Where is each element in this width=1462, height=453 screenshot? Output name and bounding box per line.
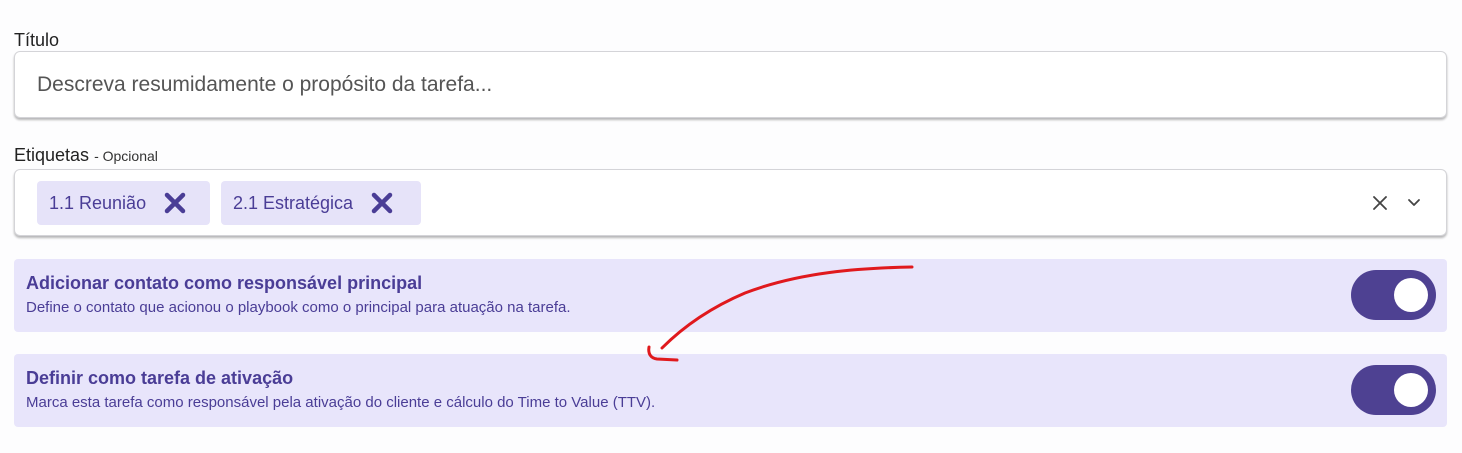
clear-tags-button[interactable] [1369,190,1391,216]
tag-chip: 2.1 Estratégica [221,181,421,225]
option-description: Marca esta tarefa como responsável pela … [26,394,656,411]
primary-contact-option: Adicionar contato como responsável princ… [14,259,1447,332]
expand-tags-button[interactable] [1403,190,1425,216]
tag-chip: 1.1 Reunião [37,181,210,225]
option-title: Definir como tarefa de ativação [26,368,294,388]
close-icon [1373,196,1387,210]
close-icon[interactable] [162,190,188,216]
optional-hint: - Opcional [94,148,158,164]
title-label: Título [14,30,60,50]
option-description: Define o contato que acionou o playbook … [26,299,571,316]
primary-contact-toggle[interactable] [1351,270,1436,320]
toggle-knob [1394,373,1428,407]
tag-chip-label: 1.1 Reunião [49,192,147,213]
activation-task-option: Definir como tarefa de ativação Marca es… [14,354,1447,427]
tags-select[interactable]: 1.1 Reunião 2.1 Estratégica [14,169,1447,236]
chevron-down-icon [1408,199,1420,206]
title-field[interactable] [14,51,1447,118]
tags-label-text: Etiquetas [14,145,90,165]
toggle-knob [1394,278,1428,312]
title-input[interactable] [37,72,1446,97]
option-title: Adicionar contato como responsável princ… [26,273,423,293]
tags-label: Etiquetas - Opcional [14,144,158,167]
close-icon[interactable] [369,190,395,216]
tag-chip-label: 2.1 Estratégica [233,192,354,213]
activation-task-toggle[interactable] [1351,365,1436,415]
task-form: Título Etiquetas - Opcional 1.1 Reunião … [0,0,1462,453]
